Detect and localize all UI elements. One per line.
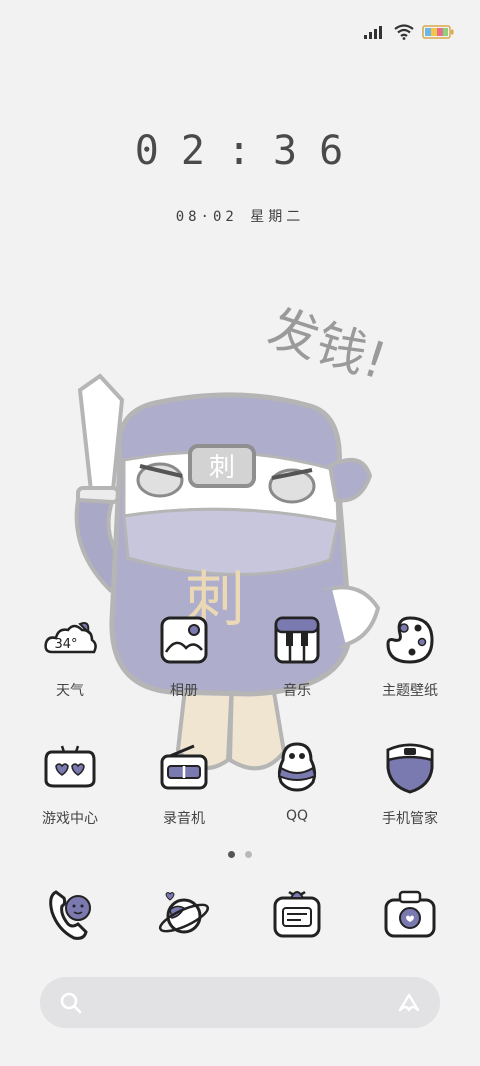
wallpaper-caption: 发钱! <box>261 298 393 390</box>
messages-icon[interactable] <box>267 884 327 944</box>
camera-icon[interactable] <box>380 884 440 944</box>
app-phone-manager[interactable]: 手机管家 <box>355 738 465 828</box>
search-bar[interactable] <box>40 977 440 1028</box>
app-qq[interactable]: QQ <box>242 738 352 824</box>
app-label: 相册 <box>170 683 198 699</box>
app-photo-album[interactable]: 相册 <box>129 610 239 700</box>
photo-album-icon <box>160 616 208 664</box>
app-label: 游戏中心 <box>42 811 98 827</box>
app-label: 音乐 <box>283 683 311 699</box>
app-weather[interactable]: 34° 天气 <box>15 610 125 700</box>
browser-planet-icon[interactable] <box>154 884 214 944</box>
assistant-icon[interactable] <box>396 990 422 1016</box>
app-label: 录音机 <box>163 811 205 827</box>
status-bar <box>364 20 454 44</box>
page-indicator <box>0 851 480 858</box>
lockscreen-time: 02:36 <box>134 128 366 174</box>
headband-text: 刺 <box>209 453 235 483</box>
page-dot-2[interactable] <box>245 851 252 858</box>
qq-penguin-icon <box>277 742 317 792</box>
recorder-radio-icon <box>160 744 208 790</box>
lockscreen-date: 08·02 星期二 <box>175 209 305 225</box>
search-icon[interactable] <box>60 992 82 1014</box>
music-piano-icon <box>274 616 320 664</box>
app-label: 天气 <box>56 683 84 699</box>
wifi-icon <box>394 24 414 40</box>
signal-bars-icon <box>364 26 382 39</box>
battery-icon <box>422 25 454 39</box>
weather-cloud-icon: 34° <box>44 622 97 654</box>
security-shield-icon <box>386 743 434 794</box>
theme-palette-icon <box>386 616 434 664</box>
phone-icon[interactable] <box>40 884 100 944</box>
app-game-center[interactable]: 游戏中心 <box>15 738 125 828</box>
app-label: 主题壁纸 <box>382 683 438 699</box>
svg-text:34°: 34° <box>54 637 77 652</box>
page-dot-1[interactable] <box>228 851 235 858</box>
wallpaper-ninja-illustration: 发钱! 刺 刺 <box>74 298 393 771</box>
app-recorder[interactable]: 录音机 <box>129 738 239 828</box>
app-theme-wallpaper[interactable]: 主题壁纸 <box>355 610 465 700</box>
app-label: QQ <box>285 808 309 824</box>
app-music[interactable]: 音乐 <box>242 610 352 700</box>
game-controller-icon <box>44 745 96 788</box>
app-label: 手机管家 <box>382 811 438 827</box>
